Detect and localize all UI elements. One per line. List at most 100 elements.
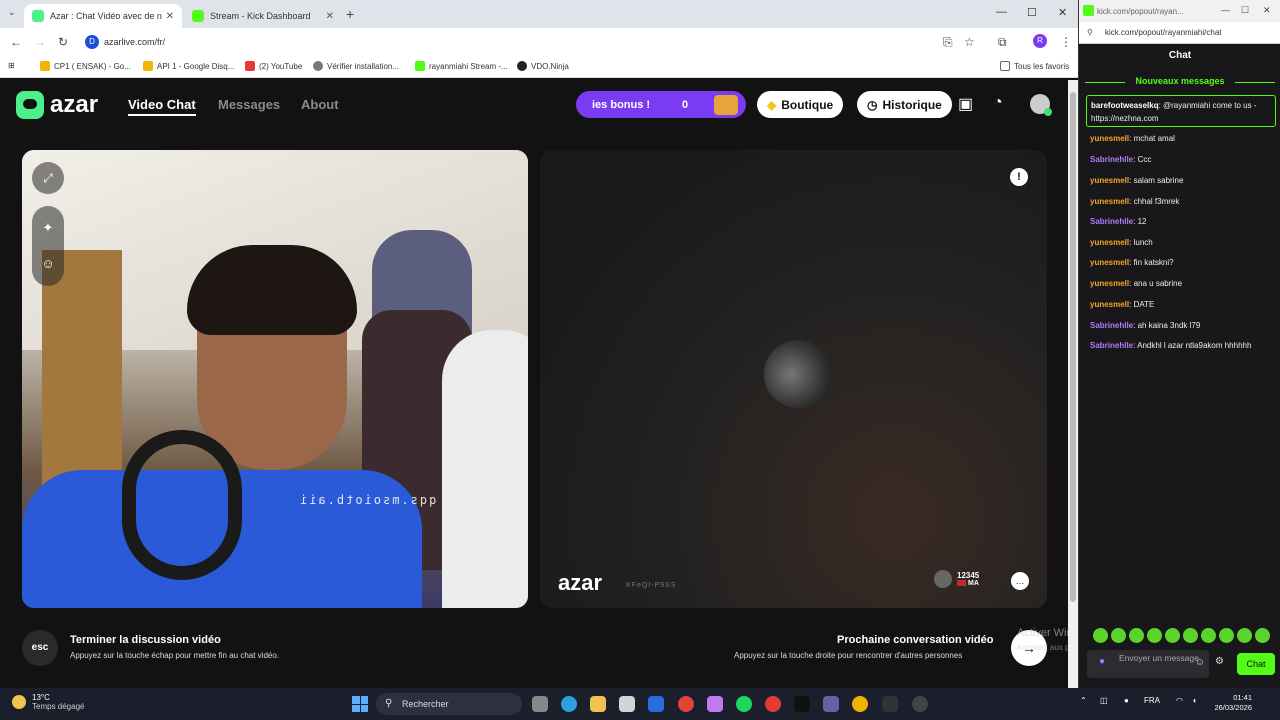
app-icon[interactable] <box>882 696 898 712</box>
all-bookmarks[interactable]: Tous les favoris <box>1000 61 1069 71</box>
copilot-icon[interactable] <box>707 696 723 712</box>
azar-logo[interactable]: azar <box>16 91 98 119</box>
chat-message[interactable]: Sabrinehlle: Ccc <box>1090 153 1276 166</box>
chat-message[interactable]: yunesmell: salam sabrine <box>1090 174 1276 187</box>
chat-input[interactable]: ● Envoyer un message ☺ <box>1087 650 1209 678</box>
bookmark-item[interactable]: rayanmiahi Stream -... <box>415 61 508 71</box>
partner-info[interactable]: 12345 MA <box>934 570 979 588</box>
volume-icon[interactable]: ◖ <box>1192 696 1197 705</box>
tab-kick[interactable]: Stream - Kick Dashboard ✕ <box>184 4 342 28</box>
chat-message[interactable]: yunesmell: mchat amal <box>1090 132 1276 145</box>
chat-username[interactable]: Sabrinehlle <box>1090 155 1133 164</box>
spotify-icon[interactable] <box>736 696 752 712</box>
install-app-icon[interactable]: ⎘ <box>943 35 953 50</box>
taskbar-search[interactable]: ⚲ Rechercher <box>376 693 522 715</box>
gear-icon[interactable]: ⚙ <box>1215 656 1224 667</box>
face-filter-icon[interactable]: ☺ <box>32 248 64 280</box>
send-chat-button[interactable]: Chat <box>1237 653 1275 675</box>
minimize-icon[interactable]: — <box>996 6 1007 18</box>
mail-icon[interactable] <box>648 696 664 712</box>
chat-username[interactable]: Sabrinehlle <box>1090 341 1133 350</box>
bell-icon[interactable]: ◔ <box>993 94 1003 112</box>
emote-icon[interactable] <box>1165 628 1180 643</box>
bookmark-item[interactable]: API 1 - Google Disq... <box>143 61 234 71</box>
chat-username[interactable]: yunesmell <box>1090 258 1129 267</box>
tray-chevron-icon[interactable]: ⌃ <box>1080 696 1087 705</box>
file-explorer-icon[interactable] <box>590 696 606 712</box>
menu-kebab-icon[interactable]: ⋮ <box>1060 35 1072 49</box>
chat-message[interactable]: yunesmell: chhal f3mrek <box>1090 195 1276 208</box>
start-button[interactable] <box>352 696 368 712</box>
store-icon[interactable] <box>619 696 635 712</box>
chat-username[interactable]: yunesmell <box>1090 279 1129 288</box>
close-tab-icon[interactable]: ✕ <box>166 11 174 22</box>
user-avatar[interactable] <box>1030 94 1052 116</box>
task-view-icon[interactable] <box>532 696 548 712</box>
teams-icon[interactable] <box>823 696 839 712</box>
chat-message[interactable]: yunesmell: DATE <box>1090 298 1276 311</box>
magic-wand-icon[interactable]: ✦ <box>32 212 64 244</box>
chat-username[interactable]: yunesmell <box>1090 300 1129 309</box>
chat-username[interactable]: yunesmell <box>1090 176 1129 185</box>
chat-message[interactable]: Sabrinehlle: 12 <box>1090 215 1276 228</box>
profile-avatar[interactable]: R <box>1033 34 1047 48</box>
chat-message[interactable]: Sabrinehlle: ah kaina 3ndk l79 <box>1090 319 1276 332</box>
emote-icon[interactable] <box>1183 628 1198 643</box>
expand-icon[interactable]: ⤢ <box>32 162 64 194</box>
emote-icon[interactable] <box>1093 628 1108 643</box>
chat-username[interactable]: yunesmell <box>1090 197 1129 206</box>
bookmark-item[interactable]: Vérifier installation... <box>313 61 399 71</box>
nav-about[interactable]: About <box>301 97 339 112</box>
emote-icon[interactable] <box>1219 628 1234 643</box>
edge-icon[interactable] <box>561 696 577 712</box>
bookmark-item[interactable]: (2) YouTube <box>245 61 302 71</box>
tab-azar[interactable]: Azar : Chat Vidéo avec de n ✕ <box>24 4 182 28</box>
chat-message[interactable]: yunesmell: ana u sabrine <box>1090 277 1276 290</box>
minimize-icon[interactable]: — <box>1221 5 1230 15</box>
forward-icon[interactable]: → <box>34 35 46 49</box>
obs-icon[interactable] <box>912 696 928 712</box>
report-icon[interactable]: ! <box>1010 168 1028 186</box>
close-tab-icon[interactable]: ✕ <box>326 11 334 22</box>
bookmark-star-icon[interactable]: ☆ <box>964 35 975 49</box>
highlighted-message[interactable]: barefootweaselkq: @rayanmiahi come to us… <box>1086 95 1276 127</box>
site-info-icon[interactable]: D <box>85 35 99 49</box>
bookmark-item[interactable]: VDO.Ninja <box>517 61 569 71</box>
app-icon[interactable] <box>852 696 868 712</box>
history-button[interactable]: ◷ Historique <box>857 91 952 118</box>
chat-bubble-icon[interactable]: … <box>1011 572 1029 590</box>
chat-message[interactable]: yunesmell: lunch <box>1090 236 1276 249</box>
chat-username[interactable]: Sabrinehlle <box>1090 321 1133 330</box>
close-window-icon[interactable]: ✕ <box>1058 6 1067 19</box>
chat-message[interactable]: Sabrinehlle: Andkhl l azar ntla9akom hhh… <box>1090 339 1276 352</box>
bonus-banner[interactable]: ies bonus ! 0 <box>576 91 746 118</box>
url-field[interactable]: D azarlive.com/fr/ <box>80 31 1000 53</box>
emote-icon[interactable] <box>1129 628 1144 643</box>
emote-icon[interactable] <box>1255 628 1270 643</box>
kick-url-bar[interactable]: ⚲ kick.com/popout/rayanmiahi/chat <box>1079 22 1280 44</box>
back-icon[interactable]: ← <box>10 35 22 49</box>
maximize-icon[interactable]: ☐ <box>1241 5 1249 16</box>
nav-messages[interactable]: Messages <box>218 97 280 112</box>
microphone-icon[interactable]: ● <box>1124 696 1129 705</box>
office-icon[interactable] <box>765 696 781 712</box>
wifi-icon[interactable]: ◠ <box>1176 696 1183 705</box>
scrollbar-thumb[interactable] <box>1070 92 1076 602</box>
new-tab-icon[interactable]: + <box>346 6 354 22</box>
clock[interactable]: 01:41 26/03/2026 <box>1210 693 1252 713</box>
chat-username[interactable]: yunesmell <box>1090 238 1129 247</box>
bookmark-item[interactable]: CP1 ( ENSAK) - Go... <box>40 61 131 71</box>
shop-button[interactable]: ◆ Boutique <box>757 91 844 118</box>
emote-icon[interactable] <box>1237 628 1252 643</box>
esc-key[interactable]: esc <box>22 630 58 666</box>
chat-username[interactable]: yunesmell <box>1090 134 1129 143</box>
weather-widget[interactable]: 13°C Temps dégagé <box>12 693 84 711</box>
tiktok-icon[interactable] <box>794 696 810 712</box>
site-settings-icon[interactable]: ⚲ <box>1087 28 1093 37</box>
emoji-icon[interactable]: ☺ <box>1195 658 1205 668</box>
chat-message[interactable]: yunesmell: fin katskni? <box>1090 256 1276 269</box>
reload-icon[interactable]: ↻ <box>58 35 68 49</box>
emote-icon[interactable] <box>1147 628 1162 643</box>
inbox-icon[interactable]: ▣ <box>958 94 973 114</box>
tab-search-icon[interactable]: ⌄ <box>8 7 16 18</box>
